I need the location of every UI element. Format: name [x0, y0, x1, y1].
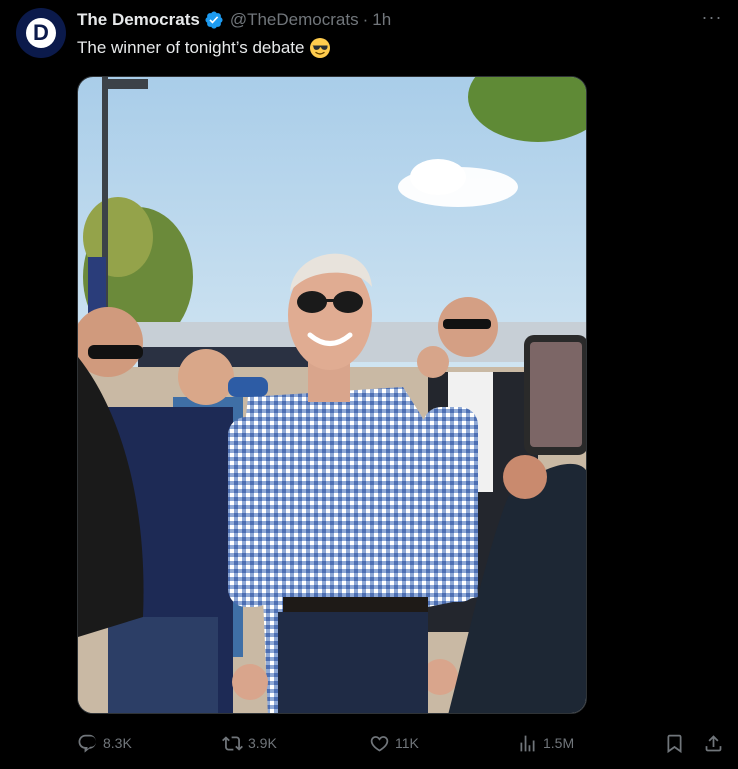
views-button[interactable]: 1.5M: [517, 730, 574, 756]
avatar[interactable]: D: [16, 8, 66, 58]
views-count: 1.5M: [543, 735, 575, 751]
like-button[interactable]: 11K: [369, 730, 419, 756]
tweet-header: The Democrats @TheDemocrats · 1h: [77, 9, 391, 31]
handle[interactable]: @TheDemocrats: [230, 10, 359, 30]
action-bar: 8.3K 3.9K 11K 1.5M: [77, 730, 727, 756]
tweet-text: The winner of tonight’s debate: [77, 38, 305, 57]
share-icon: [705, 734, 721, 751]
repost-icon: [222, 735, 243, 751]
repost-button[interactable]: 3.9K: [222, 730, 277, 756]
tweet-text-row: The winner of tonight’s debate: [77, 37, 331, 59]
democrats-logo-icon: D: [26, 18, 56, 48]
smiling-face-with-sunglasses-icon: [309, 37, 331, 59]
reply-icon: [78, 734, 96, 753]
views-icon: [520, 735, 535, 751]
photo-image: [78, 77, 586, 713]
bookmark-icon: [667, 734, 681, 753]
reply-button[interactable]: 8.3K: [77, 730, 132, 756]
like-count: 11K: [395, 735, 419, 751]
like-icon: [370, 735, 389, 752]
media-photo[interactable]: [77, 76, 587, 714]
bookmark-button[interactable]: [662, 730, 686, 756]
verified-badge-icon[interactable]: [204, 10, 224, 30]
separator-dot: ·: [362, 10, 369, 29]
reply-count: 8.3K: [103, 735, 132, 751]
repost-count: 3.9K: [248, 735, 277, 751]
timestamp[interactable]: 1h: [372, 10, 391, 30]
share-button[interactable]: [701, 730, 725, 756]
more-options-button[interactable]: ···: [700, 8, 724, 30]
display-name[interactable]: The Democrats: [77, 10, 200, 30]
tweet[interactable]: D The Democrats @TheDemocrats · 1h ··· T…: [0, 0, 738, 769]
